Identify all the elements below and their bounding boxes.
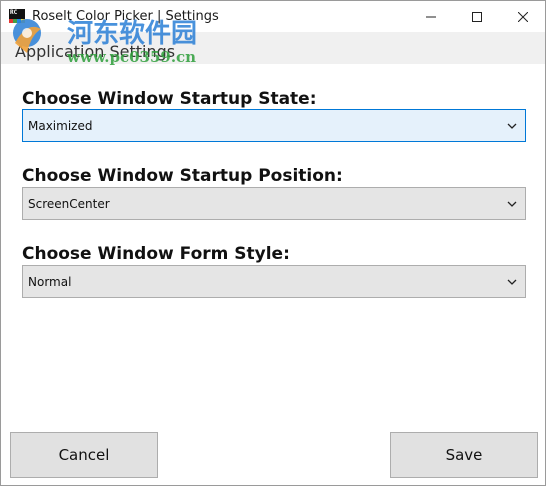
chevron-down-icon [507,123,517,129]
close-button[interactable] [500,1,546,32]
startup-position-value: ScreenCenter [28,197,110,211]
app-icon: RC [9,9,25,23]
chevron-down-icon [507,279,517,285]
startup-state-value: Maximized [28,119,93,133]
cancel-button[interactable]: Cancel [10,432,158,478]
form-style-label: Choose Window Form Style: [22,244,290,264]
form-style-dropdown[interactable]: Normal [22,265,526,298]
save-button[interactable]: Save [390,432,538,478]
settings-window: RC Roselt Color Picker | Settings Applic… [0,0,546,486]
startup-state-dropdown[interactable]: Maximized [22,109,526,142]
maximize-icon [472,11,482,22]
minimize-button[interactable] [408,1,454,32]
close-icon [518,11,528,22]
startup-position-label: Choose Window Startup Position: [22,166,343,186]
minimize-icon [426,16,436,17]
watermark-brand: 河东软件园 [67,19,198,49]
watermark-url: www.pc0359.cn [67,48,197,66]
form-style-value: Normal [28,275,72,289]
startup-position-dropdown[interactable]: ScreenCenter [22,187,526,220]
chevron-down-icon [507,201,517,207]
startup-state-label: Choose Window Startup State: [22,89,317,109]
maximize-button[interactable] [454,1,500,32]
